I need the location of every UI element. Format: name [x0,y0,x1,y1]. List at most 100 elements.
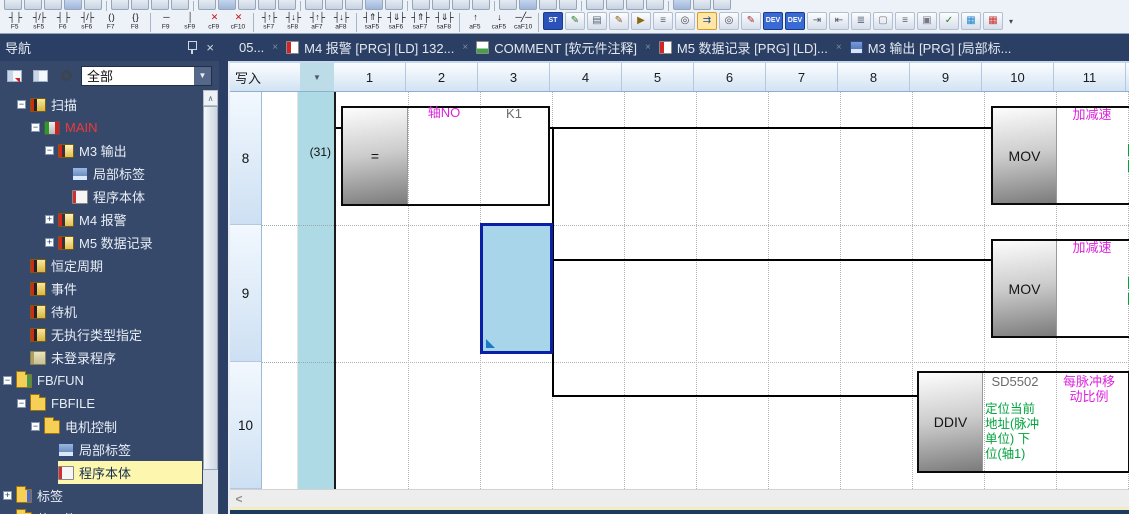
comment-display-icon[interactable]: ▢ [873,12,893,30]
ladder-tool-cF10-button[interactable]: ✕cF10 [226,12,250,33]
chevron-down-icon[interactable]: ▼ [194,67,211,85]
tree-item[interactable]: 事件 [0,277,202,300]
ladder-tool-saF8-button[interactable]: ┤⇓├saF8 [432,12,456,33]
instruction-mnemonic[interactable]: MOV [993,241,1057,336]
tree-item[interactable]: −FBFILE [0,392,202,415]
toolbar-icon[interactable] [606,0,624,10]
expand-icon[interactable]: + [45,215,54,224]
expand-icon[interactable]: + [45,238,54,247]
toolbar-icon[interactable] [198,0,216,10]
tree-item[interactable]: −MAIN [0,116,202,139]
ladder-tool-sF5-button[interactable]: ┤/├sF5 [27,12,51,33]
gear-icon[interactable] [55,64,78,87]
toolbar-icon[interactable] [171,0,189,10]
check-program-icon[interactable]: ✓ [939,12,959,30]
tab-1[interactable]: 05... [232,34,271,61]
toolbar-icon[interactable] [452,0,470,10]
scroll-left-icon[interactable]: < [230,490,248,507]
toolbar-icon[interactable] [432,0,450,10]
nav-scrollbar[interactable]: ∧ [203,90,218,514]
tab-2[interactable]: M4 报警 [PRG] [LD] 132... [279,34,461,61]
tree-item[interactable]: +M5 数据记录 [0,231,202,254]
insert-row-icon[interactable]: ⇥ [807,12,827,30]
scroll-up-icon[interactable]: ∧ [203,90,218,106]
ladder-tool-F8-button[interactable]: { }F8 [123,12,147,33]
ladder-tool-caF10-button[interactable]: ─╱─caF10 [511,12,535,33]
toolbar-icon[interactable] [586,0,604,10]
tree-item[interactable]: −扫描 [0,93,202,116]
toolbar-icon[interactable] [365,0,383,10]
nav-scrollbar-thumb[interactable] [203,106,218,470]
toolbar-icon[interactable] [472,0,490,10]
ladder-tool-caF5-button[interactable]: ↓caF5 [487,12,511,33]
inline-st-box-icon[interactable]: ST [543,12,563,30]
toolbar-icon[interactable] [385,0,403,10]
toolbar-icon[interactable] [693,0,711,10]
ladder-tool-F7-button[interactable]: ( )F7 [99,12,123,33]
toolbar-icon[interactable] [44,0,62,10]
row-number[interactable]: 8 [230,92,261,225]
ladder-tool-aF7-button[interactable]: ┤↑├aF7 [305,12,329,33]
toolbar-icon[interactable] [151,0,169,10]
ladder-tool-sF6-button[interactable]: ┤/├sF6 [75,12,99,33]
convert-icon[interactable]: ▦ [961,12,981,30]
toolbar-icon[interactable] [84,0,102,10]
statement-list-icon[interactable]: ≡ [653,12,673,30]
note-display-icon[interactable]: ▣ [917,12,937,30]
row-number[interactable]: 9 [230,225,261,362]
toolbar-icon[interactable] [626,0,644,10]
toolbar-icon[interactable] [345,0,363,10]
ladder-tool-saF5-button[interactable]: ┤⇑├saF5 [360,12,384,33]
step-column-header[interactable]: ▼ [300,63,334,91]
tree-view-icon[interactable] [3,64,26,87]
ladder-tool-F6-button[interactable]: ┤ ├F6 [51,12,75,33]
find-device-icon[interactable]: ◎ [675,12,695,30]
toolbar-icon[interactable] [646,0,664,10]
tree-item[interactable]: +M4 报警 [0,208,202,231]
toolbar-icon[interactable] [519,0,537,10]
toolbar-icon[interactable] [218,0,236,10]
horizontal-scrollbar[interactable]: < [230,489,1129,507]
instruction-mnemonic[interactable]: DDIV [919,373,983,471]
toolbar-icon[interactable] [4,0,22,10]
tree-item[interactable]: 局部标签 [0,438,202,461]
ladder-tool-aF5-button[interactable]: ↑aF5 [463,12,487,33]
pin-icon[interactable] [187,41,196,54]
ladder-tool-sF9-button[interactable]: │sF9 [178,12,202,33]
toolbar-icon[interactable] [131,0,149,10]
ladder-tool-saF6-button[interactable]: ┤⇓├saF6 [384,12,408,33]
tree-item-selected[interactable]: 程序本体 [0,461,202,484]
tree-item[interactable]: 未登录程序 [0,346,202,369]
instruction-mnemonic[interactable]: MOV [993,108,1057,203]
device-comment-edit-icon[interactable]: ▶ [631,12,651,30]
tree-item[interactable]: 恒定周期 [0,254,202,277]
close-icon[interactable]: × [206,41,214,54]
tree-item[interactable]: 无执行类型指定 [0,323,202,346]
cross-reference-icon[interactable]: ⇉ [697,12,717,30]
nav-filter-select[interactable]: 全部 ▼ [81,66,212,86]
expand-icon[interactable]: + [3,491,12,500]
tab-4[interactable]: M5 数据记录 [PRG] [LD]... [652,34,835,61]
toolbar-icon[interactable] [24,0,42,10]
collapse-icon[interactable]: − [3,376,12,385]
edit-ladder-icon[interactable]: ✎ [565,12,585,30]
note-edit-icon[interactable]: ✎ [609,12,629,30]
toolbar-icon[interactable] [278,0,296,10]
toolbar-icon[interactable] [412,0,430,10]
display-lines-icon[interactable]: ≣ [851,12,871,30]
row-number[interactable]: 10 [230,362,261,489]
ladder-tool-aF8-button[interactable]: ┤↓├aF8 [329,12,353,33]
tree-item[interactable]: −FB/FUN [0,369,202,392]
collapse-icon[interactable]: − [17,100,26,109]
toolbar-icon[interactable] [539,0,557,10]
device-batch-icon[interactable]: DEV [785,12,805,30]
selected-cell[interactable] [480,223,553,354]
ladder-canvas[interactable]: = 轴NO K1 MOV 加减速 MOV 加减速 [334,92,1129,489]
collapse-icon[interactable]: − [31,123,40,132]
tree-item[interactable]: 局部标签 [0,162,202,185]
toolbar-icon[interactable] [559,0,577,10]
toolbar-icon[interactable] [673,0,691,10]
toolbar-overflow-icon[interactable]: ▾ [1004,12,1018,30]
toolbar-icon[interactable] [238,0,256,10]
toolbar-icon[interactable] [305,0,323,10]
